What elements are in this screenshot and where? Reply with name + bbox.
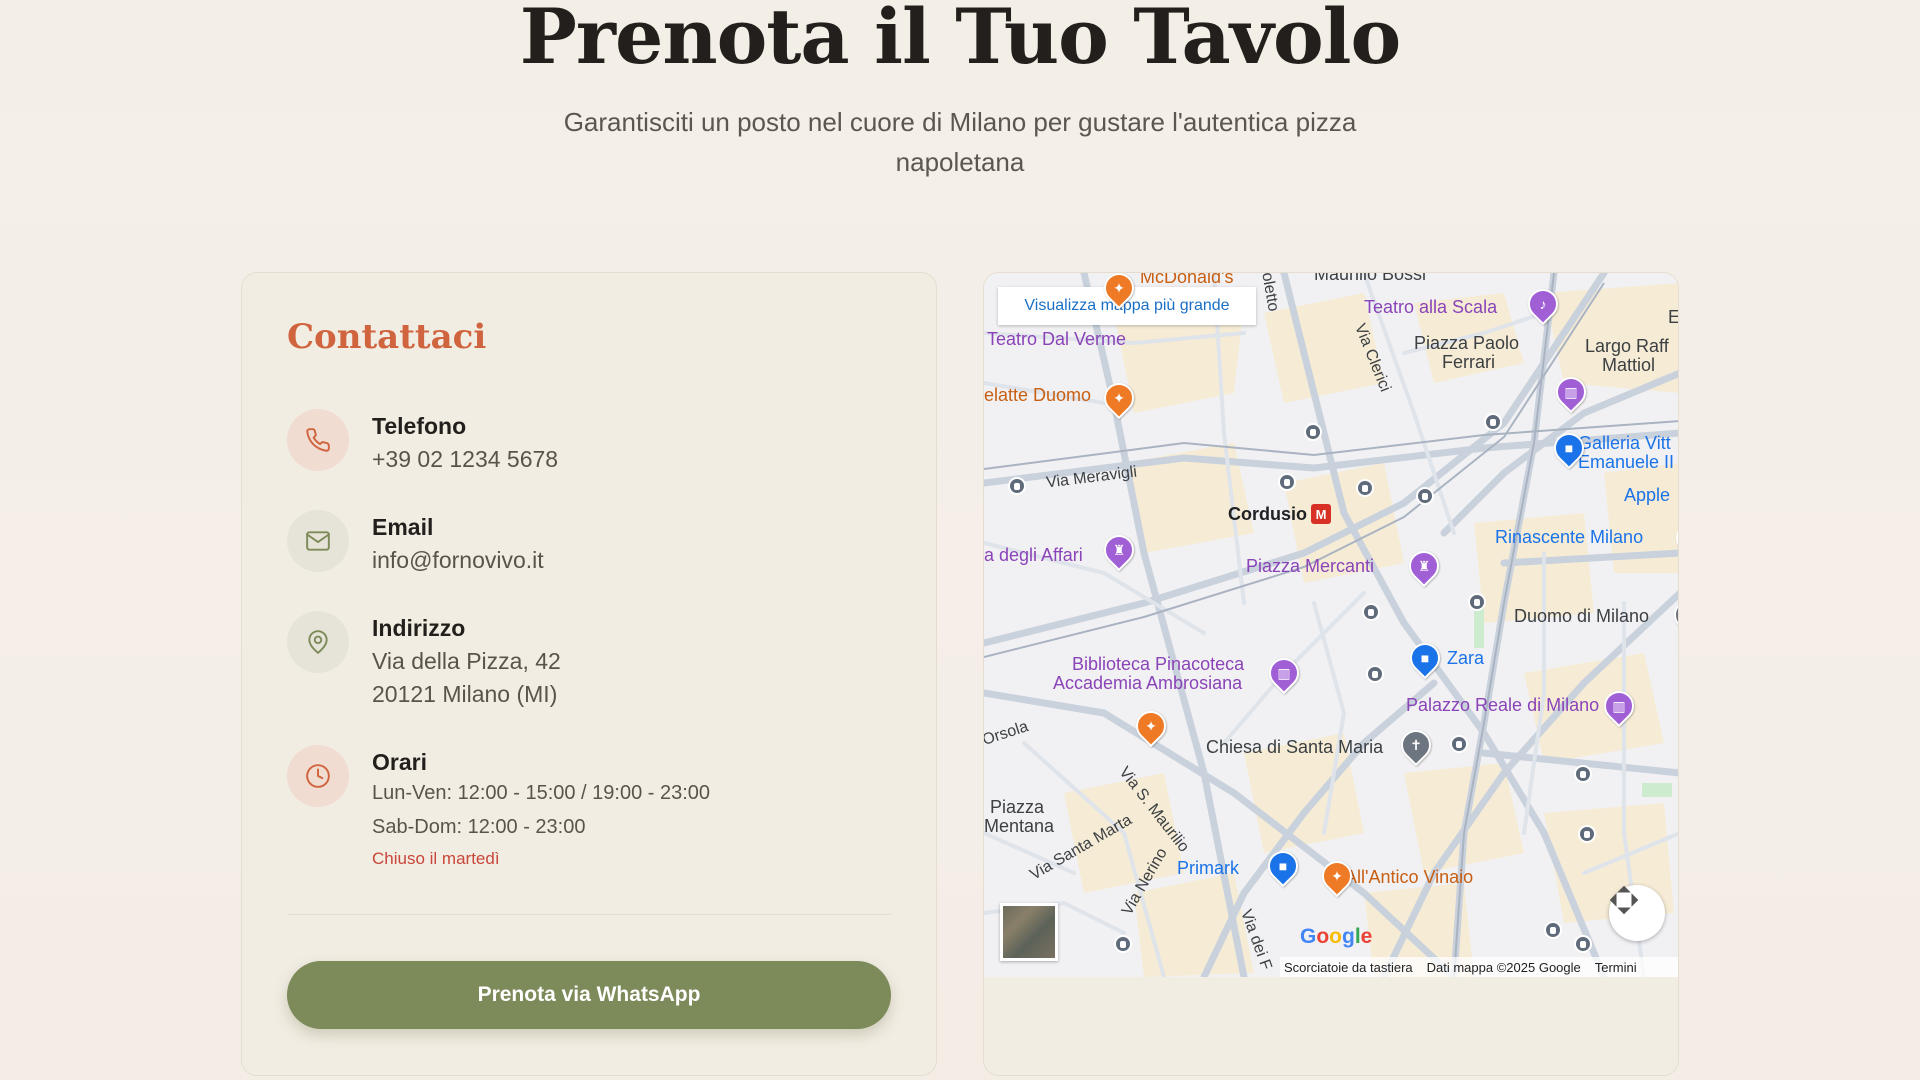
fullscreen-icon [1609,885,1639,915]
tram-stop-icon[interactable] [1008,477,1026,495]
tram-stop-icon[interactable] [1416,487,1434,505]
map-label-galleria-1[interactable]: Galleria Vitt [1578,433,1671,454]
tram-stop-icon[interactable] [1574,935,1592,953]
map-label-zara[interactable]: Zara [1447,648,1484,669]
contact-card: Contattaci Telefono +39 02 1234 5678 Ema… [241,272,937,1076]
map-label-biblioteca-2[interactable]: Accademia Ambrosiana [1053,673,1242,694]
tram-stop-icon[interactable] [1356,479,1374,497]
map-label-chiesa-santa-maria[interactable]: Chiesa di Santa Maria [1206,737,1383,758]
map-data-attribution[interactable]: Dati mappa ©2025 Google [1427,960,1581,975]
whatsapp-booking-button[interactable]: Prenota via WhatsApp [287,961,891,1029]
tram-stop-icon[interactable] [1304,423,1322,441]
address-line2: 20121 Milano (MI) [372,681,558,707]
contact-heading: Contattaci [287,317,487,357]
tram-stop-icon[interactable] [1362,603,1380,621]
tram-stop-icon[interactable] [1468,593,1486,611]
tram-stop-icon[interactable] [1574,765,1592,783]
map-attribution-bar: Scorciatoie da tastiera Dati mappa ©2025… [1280,957,1678,977]
hours-weekdays: Lun-Ven: 12:00 - 15:00 / 19:00 - 23:00 [372,782,711,804]
map-label-maurilio-bossi: Maurilio Bossi [1314,272,1427,284]
hours-weekend: Sab-Dom: 12:00 - 23:00 [372,816,586,838]
tram-stop-icon[interactable] [1544,921,1562,939]
email-value[interactable]: info@fornovivo.it [372,547,544,574]
tram-stop-icon[interactable] [1484,413,1502,431]
map-label-antico-vinaio[interactable]: All'Antico Vinaio [1345,867,1473,888]
map-label-piazza-paolo-ferrari-1: Piazza Paolo [1414,333,1520,353]
map-pin-icon [287,611,349,673]
google-logo: Google [1300,925,1373,948]
hours-closed-note: Chiuso il martedì [372,849,500,868]
tram-stop-icon[interactable] [1578,825,1596,843]
embedded-map[interactable]: Visualizza mappa più grande McDonald's T… [984,272,1679,977]
map-label-duomo[interactable]: Duomo di Milano [1514,606,1649,627]
map-label-teatro-scala[interactable]: Teatro alla Scala [1364,297,1497,318]
address-line1: Via della Pizza, 42 [372,648,561,674]
keyboard-shortcuts-link[interactable]: Scorciatoie da tastiera [1284,960,1413,975]
map-card: Visualizza mappa più grande McDonald's T… [983,272,1679,1076]
map-label-e: E [1668,307,1679,327]
phone-icon [287,409,349,471]
map-label-piazza-mentana-2: Mentana [984,816,1055,836]
map-label-palazzo-reale[interactable]: Palazzo Reale di Milano [1406,695,1599,716]
page-title: Prenota il Tuo Tavolo [519,0,1401,81]
mail-icon [287,510,349,572]
tram-stop-icon[interactable] [1366,665,1384,683]
map-label-primark[interactable]: Primark [1177,858,1239,879]
map-label-piazza-mercanti[interactable]: Piazza Mercanti [1246,556,1374,577]
map-label-galleria-2[interactable]: Emanuele II [1578,452,1674,473]
map-label-mcdonalds[interactable]: McDonald's [1140,273,1233,288]
phone-label: Telefono [372,413,467,439]
map-label-piazza-affari[interactable]: a degli Affari [984,545,1083,566]
map-label-largo-raffaele-2: Mattiol [1602,355,1656,375]
map-label-gelatte-duomo[interactable]: elatte Duomo [984,385,1091,406]
satellite-toggle-button[interactable] [1000,903,1058,961]
map-label-apple[interactable]: Apple [1624,485,1670,506]
clock-icon [287,745,349,807]
phone-value[interactable]: +39 02 1234 5678 [372,446,558,473]
map-label-rinascente[interactable]: Rinascente Milano [1495,527,1643,548]
map-label-biblioteca-1[interactable]: Biblioteca Pinacoteca [1072,654,1244,675]
map-label-largo-raffaele-1: Largo Raff [1585,336,1669,356]
metro-station-icon[interactable]: M [1311,504,1331,524]
map-card-footer [984,977,1678,1075]
map-label-piazza-mentana-1: Piazza [990,797,1045,817]
tram-stop-icon[interactable] [1450,735,1468,753]
tram-stop-icon[interactable] [1114,935,1132,953]
terms-link[interactable]: Termini [1595,960,1637,975]
map-label-cordusio[interactable]: Cordusio [1228,504,1307,525]
tram-stop-icon[interactable] [1278,473,1296,491]
map-label-piazza-paolo-ferrari-2: Ferrari [1442,352,1495,372]
address-label: Indirizzo [372,615,466,641]
hours-label: Orari [372,749,427,775]
map-label-teatro-dal-verme[interactable]: Teatro Dal Verme [987,329,1126,350]
email-label: Email [372,514,434,540]
fullscreen-button[interactable] [1609,885,1665,941]
page-subtitle: Garantisciti un posto nel cuore di Milan… [563,107,1357,177]
divider [287,914,891,915]
